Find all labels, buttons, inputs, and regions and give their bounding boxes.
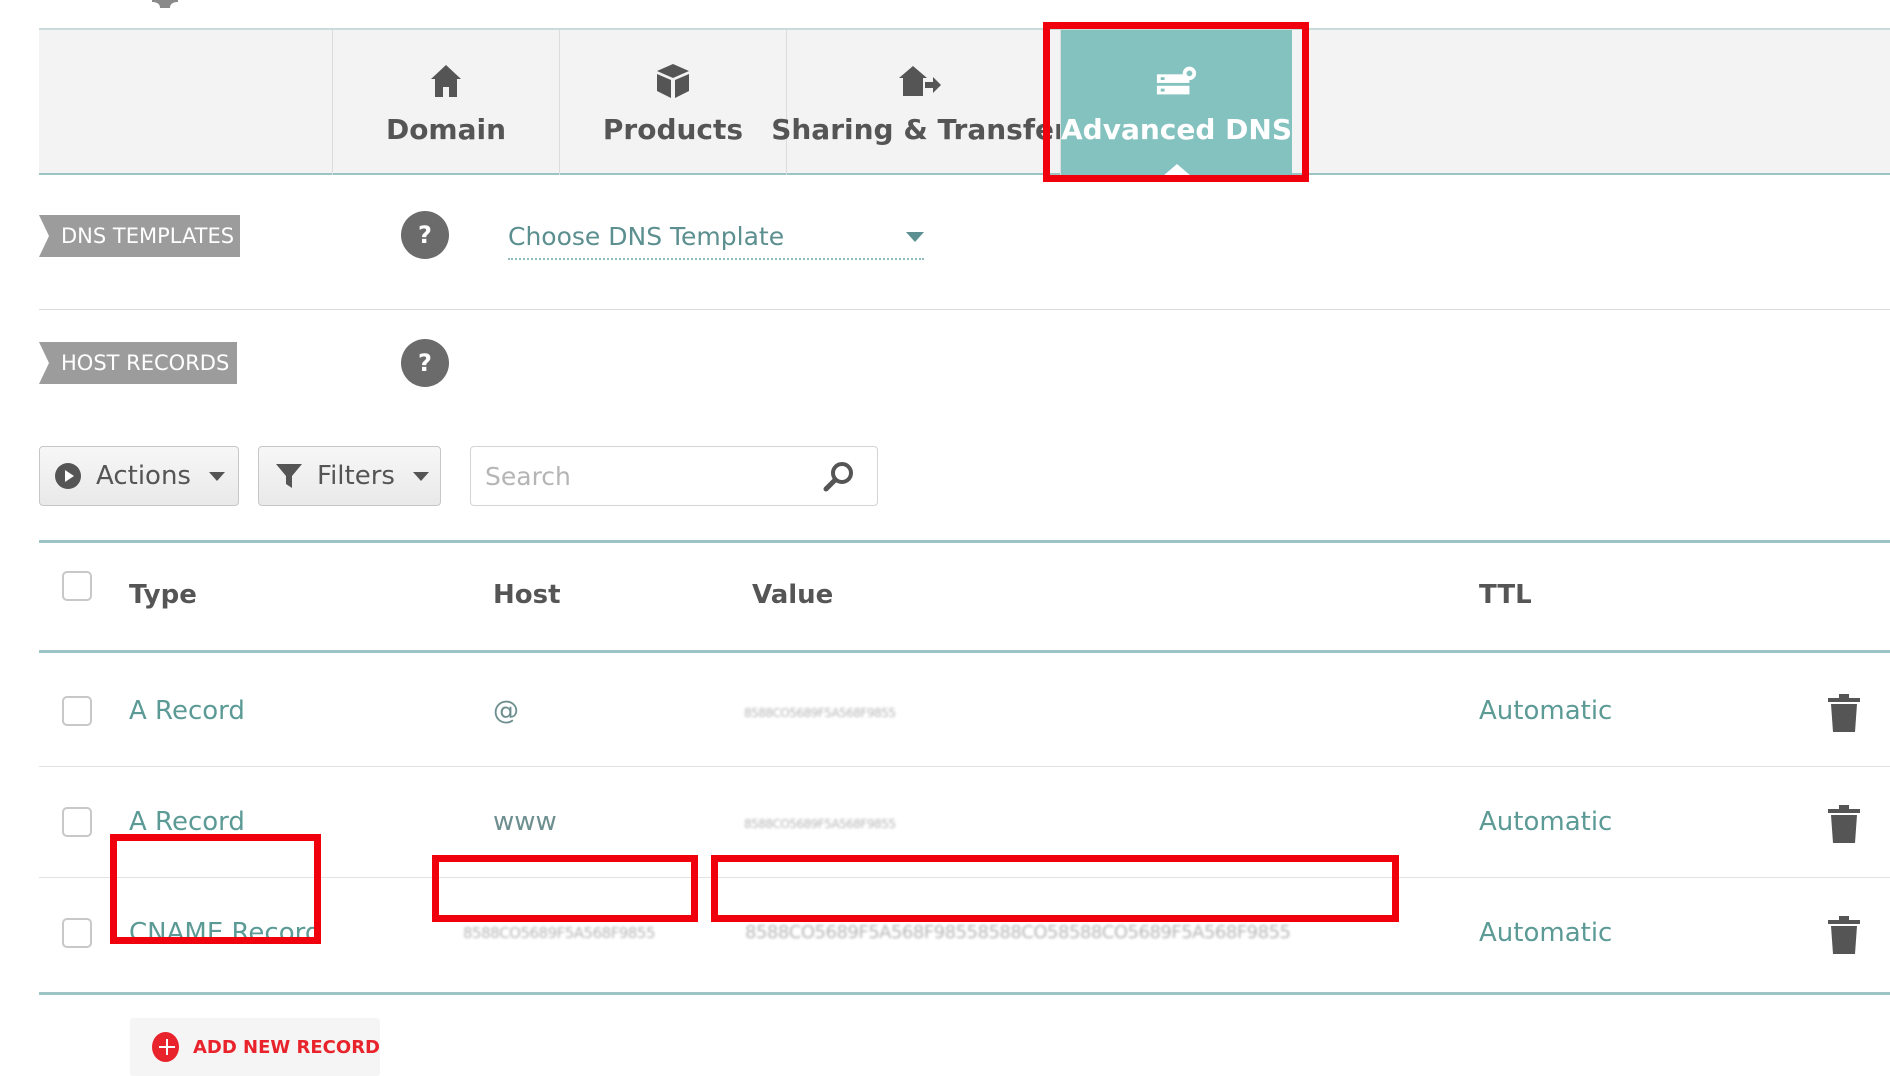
row-checkbox[interactable]: [62, 918, 92, 948]
add-new-record-button[interactable]: ADD NEW RECORD: [130, 1018, 380, 1076]
dns-templates-label: DNS TEMPLATES: [39, 215, 240, 257]
tab-products[interactable]: Products: [559, 30, 786, 175]
record-type[interactable]: A Record: [129, 807, 245, 837]
record-host[interactable]: @: [493, 696, 519, 726]
chevron-down-icon: [412, 471, 429, 481]
record-ttl[interactable]: Automatic: [1479, 807, 1612, 837]
search-box: [470, 446, 878, 506]
filters-button[interactable]: Filters: [258, 446, 441, 506]
play-circle-icon: [55, 463, 81, 489]
table-bottom-border: [39, 992, 1890, 995]
domain-tabs: Domain Products Sharing & Transfer Advan…: [39, 28, 1890, 176]
tab-advanced-dns-label: Advanced DNS: [1061, 113, 1293, 146]
table-header-row: Type Host Value TTL: [39, 543, 1890, 653]
record-type[interactable]: CNAME Record: [129, 918, 321, 948]
dns-template-select-value: Choose DNS Template: [508, 221, 785, 251]
record-value[interactable]: 8588CO5689F5A568F9855: [744, 706, 896, 720]
trash-icon[interactable]: [1828, 694, 1860, 732]
add-new-record-label: ADD NEW RECORD: [192, 1036, 380, 1058]
type-column-header[interactable]: Type: [129, 580, 197, 610]
filters-label: Filters: [317, 461, 395, 491]
row-checkbox[interactable]: [62, 807, 92, 837]
chevron-down-icon: [208, 471, 225, 481]
dns-templates-help-icon[interactable]: ?: [401, 211, 449, 259]
search-input[interactable]: [485, 461, 805, 491]
house-arrow-icon: [898, 59, 942, 103]
trash-icon[interactable]: [1828, 916, 1860, 954]
select-all-checkbox[interactable]: [62, 571, 92, 601]
host-records-help-icon[interactable]: ?: [401, 339, 449, 387]
record-host[interactable]: www: [493, 807, 557, 837]
record-type[interactable]: A Record: [129, 696, 245, 726]
advanced-dns-page: Domain Products Sharing & Transfer Advan…: [0, 0, 1890, 1076]
record-ttl[interactable]: Automatic: [1479, 696, 1612, 726]
tab-domain-label: Domain: [385, 113, 507, 146]
record-ttl[interactable]: Automatic: [1479, 918, 1612, 948]
tab-domain[interactable]: Domain: [332, 30, 559, 175]
section-divider: [39, 309, 1890, 310]
host-records-label: HOST RECORDS: [39, 342, 237, 384]
record-value[interactable]: 8588CO5689F5A568F9855: [744, 817, 896, 831]
tab-products-label: Products: [602, 113, 744, 146]
actions-button[interactable]: Actions: [39, 446, 239, 506]
chevron-down-icon: [906, 232, 924, 242]
filter-icon: [276, 464, 302, 488]
plus-circle-icon: [152, 1032, 179, 1062]
table-row: A Record @ 8588CO5689F5A568F9855 Automat…: [39, 656, 1890, 767]
tab-advanced-dns[interactable]: Advanced DNS: [1060, 30, 1293, 176]
host-column-header[interactable]: Host: [493, 580, 561, 610]
box-icon: [651, 59, 695, 103]
tab-sharing-transfer[interactable]: Sharing & Transfer: [771, 30, 1068, 175]
actions-label: Actions: [96, 461, 191, 491]
home-icon: [424, 59, 468, 103]
puzzle-icon: [152, 0, 178, 8]
record-value[interactable]: 8588CO5689F5A568F98558588CO58588CO5689F5…: [745, 922, 1291, 943]
table-row: CNAME Record 8588CO5689F5A568F9855 8588C…: [39, 878, 1890, 992]
search-icon[interactable]: [823, 461, 855, 493]
row-checkbox[interactable]: [62, 696, 92, 726]
table-row: A Record www 8588CO5689F5A568F9855 Autom…: [39, 767, 1890, 878]
record-host[interactable]: 8588CO5689F5A568F9855: [463, 924, 656, 942]
value-column-header[interactable]: Value: [752, 580, 833, 610]
tab-sharing-transfer-label: Sharing & Transfer: [771, 113, 1068, 146]
dns-template-select[interactable]: Choose DNS Template: [508, 214, 924, 260]
trash-icon[interactable]: [1828, 805, 1860, 843]
ttl-column-header[interactable]: TTL: [1479, 580, 1532, 610]
server-gear-icon: [1155, 59, 1199, 103]
